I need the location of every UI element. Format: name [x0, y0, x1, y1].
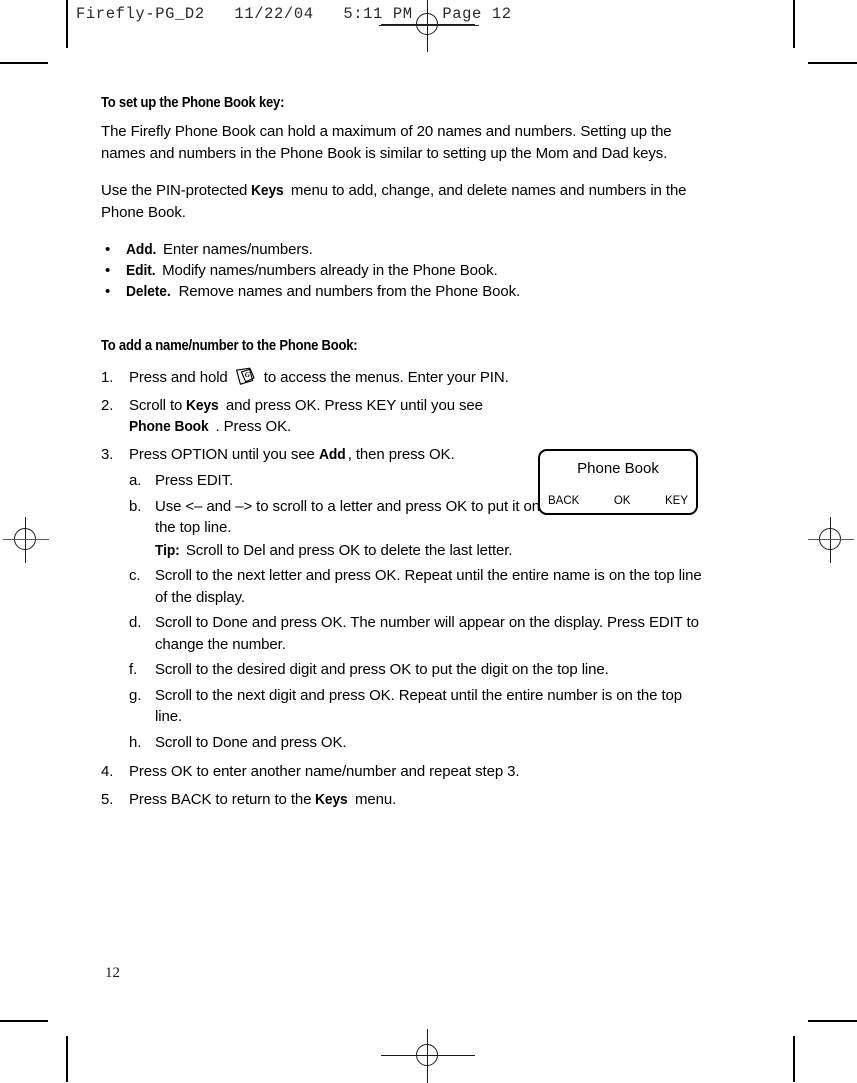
- page-number: 12: [105, 965, 120, 981]
- pin-paragraph: Use the PIN-protected Keys menu to add, …: [101, 180, 703, 223]
- substep-h: h. Scroll to Done and press OK.: [129, 732, 703, 754]
- bullet-term: Add.: [126, 241, 157, 258]
- crop-mark-top-left-horizontal: [0, 62, 48, 64]
- crop-mark-bottom-left-horizontal: [0, 1020, 48, 1022]
- step-marker: 4.: [101, 763, 114, 780]
- substep-g: g. Scroll to the next digit and press OK.…: [129, 685, 703, 728]
- substep-marker: b.: [129, 497, 142, 515]
- firefly-phone-key-icon: G: [235, 367, 257, 386]
- step-2: 2. Scroll to Keys and press OK. Press KEY…: [101, 395, 527, 438]
- substep-c: c. Scroll to the next letter and press OK…: [129, 565, 703, 608]
- substep-b: b. Use <– and –> to scroll to a letter an…: [129, 496, 555, 562]
- substep-a-text: Press EDIT.: [155, 472, 234, 489]
- substep-f: f. Scroll to the desired digit and press …: [129, 659, 703, 681]
- substep-b-tip: Tip: Scroll to Del and press OK to delet…: [155, 540, 555, 562]
- registration-horizontal-line: [808, 539, 854, 540]
- registration-vertical-line: [427, 1029, 428, 1083]
- registration-horizontal-line: [381, 1055, 475, 1056]
- page-content: To set up the Phone Book key: The Firefl…: [101, 95, 703, 816]
- substep-a: a. Press EDIT.: [129, 470, 703, 492]
- step-3: 3. Press OPTION until you see Add, then p…: [101, 444, 703, 754]
- step-3-text-pre: Press OPTION until you see: [129, 445, 319, 463]
- prepress-header-rule: [379, 25, 479, 26]
- step-5-text-pre: Press BACK to return to the: [129, 790, 316, 808]
- step-2-text-mid: and press OK. Press KEY until you see: [221, 396, 483, 414]
- substep-f-text: Scroll to the desired digit and press OK…: [155, 661, 609, 678]
- pin-paragraph-part1: Use the PIN-protected: [101, 182, 252, 199]
- add-name-substeps-list: a. Press EDIT. b. Use <– and –> to scroll …: [129, 470, 703, 753]
- crop-mark-bottom-right-vertical: [793, 1036, 795, 1082]
- substep-marker: c.: [129, 567, 141, 584]
- substep-marker: h.: [129, 733, 142, 751]
- list-item: • Delete. Remove names and numbers from t…: [101, 281, 703, 302]
- phonebook-actions-list: • Add. Enter names/numbers. • Edit. Modify…: [101, 239, 703, 302]
- substep-marker: g.: [129, 686, 142, 704]
- bullet-text: Enter names/numbers.: [158, 241, 313, 258]
- step-4-text: Press OK to enter another name/number an…: [129, 763, 520, 780]
- step-2-text-pre: Scroll to: [129, 396, 187, 414]
- section-heading-add-name: To add a name/number to the Phone Book:: [101, 338, 358, 354]
- section-heading-setup: To set up the Phone Book key:: [101, 95, 285, 111]
- step-1-text-post: to access the menus. Enter your PIN.: [259, 369, 509, 386]
- svg-text:G: G: [245, 371, 250, 379]
- registration-vertical-line: [25, 517, 26, 563]
- step-3-bold-add: Add: [318, 445, 346, 463]
- bullet-dot-icon: •: [105, 283, 111, 300]
- step-1-text-pre: Press and hold: [129, 369, 232, 386]
- keys-menu-term: Keys: [251, 182, 285, 199]
- list-item: • Edit. Modify names/numbers already in t…: [101, 260, 703, 281]
- crop-mark-top-right-horizontal: [808, 62, 857, 64]
- add-name-steps-list: 1. Press and hold G to access the menus. …: [101, 367, 703, 810]
- registration-mark-left: [3, 517, 49, 563]
- step-5-text-post: menu.: [350, 790, 397, 808]
- step-marker: 5.: [101, 790, 114, 808]
- crop-mark-bottom-right-horizontal: [808, 1020, 857, 1022]
- tip-text: Scroll to Del and press OK to delete the…: [181, 541, 513, 559]
- substep-h-text: Scroll to Done and press OK.: [155, 733, 347, 751]
- step-2-bold-phonebook: Phone Book: [129, 418, 209, 435]
- bullet-dot-icon: •: [105, 262, 111, 279]
- tip-label: Tip:: [155, 541, 180, 559]
- step-2-bold-keys: Keys: [186, 396, 219, 414]
- substep-marker: d.: [129, 614, 142, 631]
- crop-mark-top-right-vertical: [793, 0, 795, 48]
- registration-mark-bottom-center: [381, 1029, 475, 1083]
- substep-marker: a.: [129, 472, 142, 489]
- list-item: • Add. Enter names/numbers.: [101, 239, 703, 260]
- step-marker: 2.: [101, 396, 114, 414]
- step-3-text-post: , then press OK.: [347, 445, 455, 463]
- bullet-term: Delete.: [126, 283, 171, 300]
- substep-c-text: Scroll to the next letter and press OK. …: [155, 567, 702, 606]
- step-5-bold-keys: Keys: [315, 790, 349, 808]
- intro-paragraph: The Firefly Phone Book can hold a maximu…: [101, 123, 672, 162]
- bullet-term: Edit.: [126, 262, 156, 279]
- bullet-dot-icon: •: [105, 241, 111, 258]
- registration-horizontal-line: [3, 539, 49, 540]
- step-5: 5. Press BACK to return to the Keys menu.: [101, 789, 703, 811]
- step-marker: 3.: [101, 445, 114, 463]
- substep-d: d. Scroll to Done and press OK. The numbe…: [129, 612, 703, 655]
- crop-mark-bottom-left-vertical: [66, 1036, 68, 1082]
- step-1: 1. Press and hold G to access the menus. …: [101, 367, 703, 389]
- substep-marker: f.: [129, 661, 138, 678]
- step-4: 4. Press OK to enter another name/number …: [101, 761, 703, 783]
- registration-mark-right: [808, 517, 854, 563]
- crop-mark-top-left-vertical: [66, 0, 68, 48]
- substep-d-text: Scroll to Done and press OK. The number …: [155, 614, 699, 653]
- bullet-text: Modify names/numbers already in the Phon…: [158, 262, 498, 279]
- substep-g-text: Scroll to the next digit and press OK. R…: [155, 686, 683, 726]
- substep-b-text: Use <– and –> to scroll to a letter and …: [155, 497, 540, 537]
- step-2-text-post: . Press OK.: [215, 418, 292, 435]
- step-marker: 1.: [101, 369, 114, 386]
- prepress-header-text: Firefly-PG_D2 11/22/04 5:11 PM Page 12: [76, 5, 512, 23]
- bullet-text: Remove names and numbers from the Phone …: [174, 283, 521, 300]
- registration-vertical-line: [830, 517, 831, 563]
